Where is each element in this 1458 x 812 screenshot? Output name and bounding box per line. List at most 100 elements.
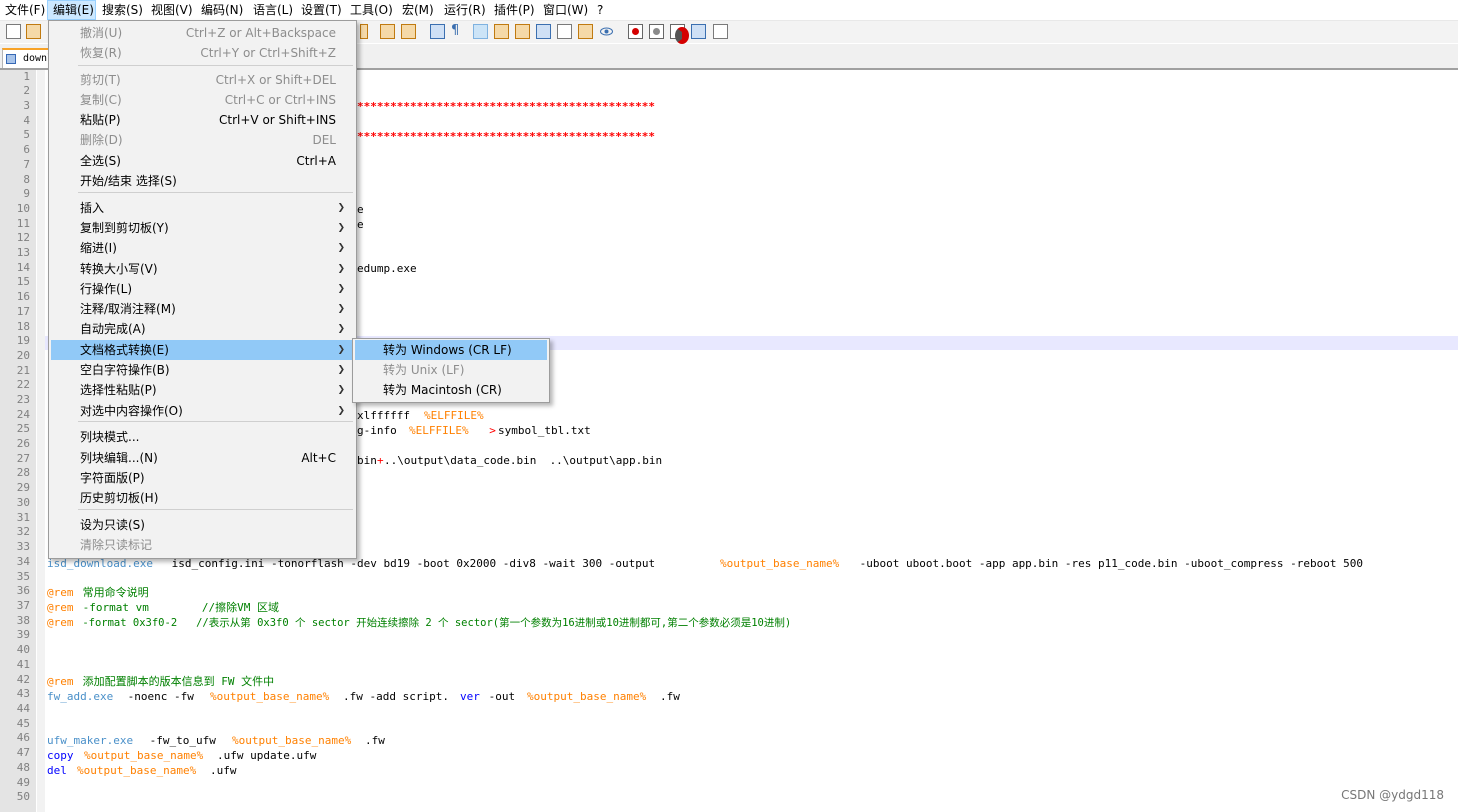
menu-item-label: 复制到剪切板(Y) xyxy=(80,221,169,235)
watermark: CSDN @ydgd118 xyxy=(1341,788,1444,802)
eol-submenu-item[interactable]: 转为 Macintosh (CR) xyxy=(355,380,547,400)
macro-record-icon[interactable] xyxy=(628,24,643,39)
edit-menu-item[interactable]: 全选(S) Ctrl+A xyxy=(51,151,354,171)
menu-run[interactable]: 运行(R) xyxy=(444,0,486,20)
menu-item-label: 粘贴(P) xyxy=(80,113,121,127)
menu-encoding[interactable]: 编码(N) xyxy=(201,0,243,20)
menu-item-label: 转换大小写(V) xyxy=(80,262,158,276)
line-number: 31 xyxy=(16,511,30,524)
line-number: 43 xyxy=(16,687,30,700)
function-list-icon[interactable] xyxy=(536,24,551,39)
line-number: 11 xyxy=(16,217,30,230)
menu-language[interactable]: 语言(L) xyxy=(253,0,293,20)
edit-menu-item[interactable]: 列块编辑...(N) Alt+C xyxy=(51,448,354,468)
edit-menu-item[interactable]: 选择性粘贴(P) ❯ xyxy=(51,380,354,400)
line-number: 25 xyxy=(16,422,30,435)
menu-item-shortcut: Ctrl+X or Shift+DEL xyxy=(215,73,336,87)
line-number: 2 xyxy=(23,84,30,97)
monitor-eye-icon[interactable] xyxy=(599,24,614,39)
edit-menu-item[interactable]: 开始/结束 选择(S) xyxy=(51,171,354,191)
sync-scroll-icon[interactable] xyxy=(430,24,445,39)
menu-edit[interactable]: 编辑(E) xyxy=(47,0,96,20)
edit-menu-item[interactable]: 历史剪切板(H) xyxy=(51,488,354,508)
menu-item-label: 行操作(L) xyxy=(80,282,133,296)
edit-menu-item[interactable]: 字符面版(P) xyxy=(51,468,354,488)
macro-play-icon[interactable] xyxy=(670,24,689,44)
menu-item-label: 插入 xyxy=(80,201,105,215)
menu-item-label: 空白字符操作(B) xyxy=(80,363,170,377)
edit-menu-item[interactable]: 设为只读(S) xyxy=(51,515,354,535)
macro-save-icon[interactable] xyxy=(713,24,728,39)
menu-tools[interactable]: 工具(O) xyxy=(350,0,393,20)
line-number: 10 xyxy=(16,202,30,215)
fold-margin xyxy=(37,70,45,812)
menu-plugins[interactable]: 插件(P) xyxy=(494,0,535,20)
macro-stop-icon[interactable] xyxy=(649,24,664,39)
menu-item-label: 清除只读标记 xyxy=(80,538,153,552)
menu-item-label: 全选(S) xyxy=(80,154,121,168)
edit-menu-item[interactable]: 行操作(L) ❯ xyxy=(51,279,354,299)
menu-item-label: 文档格式转换(E) xyxy=(80,343,169,357)
edit-menu-item[interactable]: 空白字符操作(B) ❯ xyxy=(51,360,354,380)
indent-guide-icon[interactable] xyxy=(473,24,488,39)
menu-item-label: 恢复(R) xyxy=(80,46,122,60)
edit-menu-item: 恢复(R) Ctrl+Y or Ctrl+Shift+Z xyxy=(51,43,354,63)
menu-item-label: 设为只读(S) xyxy=(80,518,145,532)
edit-menu-item[interactable]: 复制到剪切板(Y) ❯ xyxy=(51,218,354,238)
menu-item-label: 开始/结束 选择(S) xyxy=(80,174,177,188)
line-number: 24 xyxy=(16,408,30,421)
menu-search[interactable]: 搜索(S) xyxy=(102,0,143,20)
line-number: 46 xyxy=(16,731,30,744)
zoom-out-icon[interactable] xyxy=(401,24,416,39)
submenu-arrow-icon: ❯ xyxy=(337,203,345,213)
open-file-icon[interactable] xyxy=(26,24,41,39)
edit-menu-item[interactable]: 注释/取消注释(M) ❯ xyxy=(51,299,354,319)
edit-menu-item[interactable]: 对选中内容操作(O) ❯ xyxy=(51,401,354,421)
menu-macro[interactable]: 宏(M) xyxy=(402,0,434,20)
word-wrap-icon[interactable] xyxy=(494,24,509,39)
line-number: 45 xyxy=(16,717,30,730)
edit-menu-item: 清除只读标记 xyxy=(51,535,354,555)
menu-item-label: 字符面版(P) xyxy=(80,471,145,485)
macro-run-multiple-icon[interactable] xyxy=(691,24,706,39)
menu-file[interactable]: 文件(F) xyxy=(5,0,45,20)
menu-bar: 文件(F) 编辑(E) 搜索(S) 视图(V) 编码(N) 语言(L) 设置(T… xyxy=(0,0,1458,21)
menu-help[interactable]: ? xyxy=(597,0,603,20)
line-number: 16 xyxy=(16,290,30,303)
eol-conversion-submenu: 转为 Windows (CR LF) 转为 Unix (LF) 转为 Macinto… xyxy=(352,338,550,403)
menu-settings[interactable]: 设置(T) xyxy=(301,0,342,20)
edit-menu-item[interactable]: 粘贴(P) Ctrl+V or Shift+INS xyxy=(51,110,354,130)
line-number: 20 xyxy=(16,349,30,362)
line-number: 8 xyxy=(23,173,30,186)
menu-view[interactable]: 视图(V) xyxy=(151,0,193,20)
menu-window[interactable]: 窗口(W) xyxy=(543,0,588,20)
line-number: 39 xyxy=(16,628,30,641)
menu-item-label: 转为 Unix (LF) xyxy=(383,363,465,377)
submenu-arrow-icon: ❯ xyxy=(337,406,345,416)
edit-menu-item: 复制(C) Ctrl+C or Ctrl+INS xyxy=(51,90,354,110)
edit-menu-item[interactable]: 列块模式... xyxy=(51,427,354,447)
replace-icon[interactable] xyxy=(360,24,368,39)
edit-menu-item[interactable]: 转换大小写(V) ❯ xyxy=(51,259,354,279)
submenu-arrow-icon: ❯ xyxy=(337,264,345,274)
zoom-in-icon[interactable] xyxy=(380,24,395,39)
menu-item-label: 删除(D) xyxy=(80,133,123,147)
line-number: 38 xyxy=(16,614,30,627)
edit-menu-item[interactable]: 缩进(I) ❯ xyxy=(51,238,354,258)
menu-separator xyxy=(78,192,353,193)
menu-item-shortcut: Ctrl+V or Shift+INS xyxy=(219,113,336,127)
line-number: 5 xyxy=(23,128,30,141)
edit-menu-item[interactable]: 文档格式转换(E) ❯ xyxy=(51,340,354,360)
line-number: 3 xyxy=(23,99,30,112)
new-file-icon[interactable] xyxy=(6,24,21,39)
edit-menu-item[interactable]: 插入 ❯ xyxy=(51,198,354,218)
show-all-chars-icon[interactable]: ¶ xyxy=(451,24,466,39)
doc-map-icon[interactable] xyxy=(515,24,530,39)
submenu-arrow-icon: ❯ xyxy=(337,223,345,233)
folder-as-workspace-icon[interactable] xyxy=(557,24,572,39)
folder-icon[interactable] xyxy=(578,24,593,39)
line-number: 41 xyxy=(16,658,30,671)
edit-menu-item[interactable]: 自动完成(A) ❯ xyxy=(51,319,354,339)
menu-item-shortcut: Ctrl+C or Ctrl+INS xyxy=(224,93,336,107)
eol-submenu-item[interactable]: 转为 Windows (CR LF) xyxy=(355,340,547,360)
